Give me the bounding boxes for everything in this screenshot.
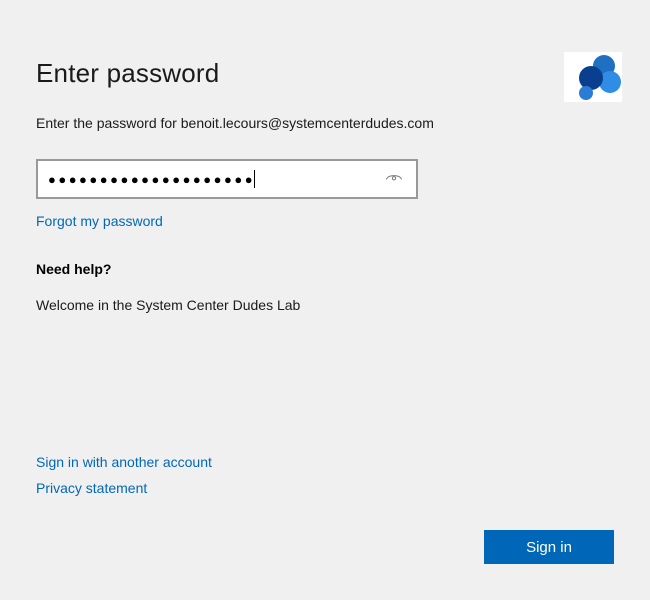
another-account-link[interactable]: Sign in with another account	[36, 454, 614, 470]
password-value-masked: ●●●●●●●●●●●●●●●●●●●●	[48, 172, 255, 187]
footer-links: Sign in with another account Privacy sta…	[36, 454, 614, 506]
instruction-prefix: Enter the password for	[36, 115, 181, 131]
text-cursor	[254, 170, 255, 188]
page-title: Enter password	[36, 58, 614, 89]
signin-button[interactable]: Sign in	[484, 530, 614, 564]
privacy-statement-link[interactable]: Privacy statement	[36, 480, 614, 496]
help-heading: Need help?	[36, 261, 614, 277]
password-input[interactable]: ●●●●●●●●●●●●●●●●●●●●	[36, 159, 418, 199]
welcome-message: Welcome in the System Center Dudes Lab	[36, 297, 614, 313]
signin-panel: Enter password Enter the password for be…	[0, 0, 650, 600]
password-reveal-icon[interactable]	[384, 169, 404, 189]
button-row: Sign in	[36, 530, 614, 564]
account-email: benoit.lecours@systemcenterdudes.com	[181, 115, 434, 131]
org-logo	[564, 52, 622, 102]
instruction-text: Enter the password for benoit.lecours@sy…	[36, 115, 614, 131]
forgot-password-link[interactable]: Forgot my password	[36, 213, 614, 229]
